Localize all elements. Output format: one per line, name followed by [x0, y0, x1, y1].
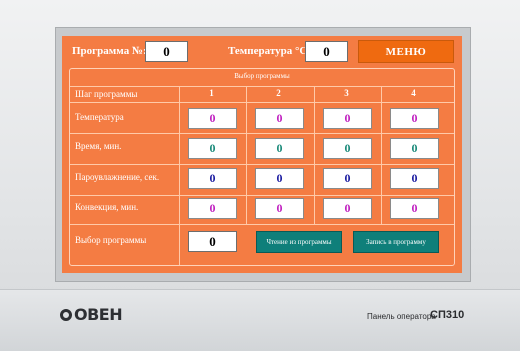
- read-program-button-label: Чтение из программы: [266, 238, 332, 246]
- convection-step-1-field[interactable]: 0: [188, 198, 237, 219]
- cell-value: 0: [209, 141, 216, 155]
- panel-title: Выбор программы: [234, 72, 290, 80]
- cell-value: 0: [276, 201, 283, 215]
- convection-step-4-field[interactable]: 0: [390, 198, 439, 219]
- grid-line: [70, 133, 454, 134]
- grid-line: [179, 86, 180, 265]
- temperature-step-2-field[interactable]: 0: [255, 108, 304, 129]
- step-column-3: 3: [344, 88, 349, 98]
- select-program-label: Выбор программы: [75, 235, 147, 245]
- device-model: СП310: [430, 309, 465, 321]
- cell-value: 0: [344, 141, 351, 155]
- grid-line: [70, 102, 454, 103]
- row-label-steam: Пароувлажнение, сек.: [75, 172, 160, 182]
- cell-value: 0: [411, 171, 418, 185]
- grid-line: [381, 86, 382, 224]
- temperature-field[interactable]: 0: [305, 41, 348, 62]
- write-program-button-label: Запись в программу: [366, 238, 426, 246]
- hmi-screen: Программа №: 0 Температура °С: 0 МЕНЮ Вы…: [62, 36, 462, 273]
- grid-line: [70, 86, 454, 87]
- write-program-button[interactable]: Запись в программу: [353, 231, 439, 253]
- step-column-2: 2: [276, 88, 281, 98]
- grid-line: [246, 86, 247, 224]
- convection-step-2-field[interactable]: 0: [255, 198, 304, 219]
- program-number-label: Программа №:: [72, 45, 147, 57]
- row-label-temperature: Температура: [75, 112, 124, 122]
- cell-value: 0: [276, 141, 283, 155]
- cell-value: 0: [209, 111, 216, 125]
- step-column-1: 1: [209, 88, 214, 98]
- cell-value: 0: [209, 201, 216, 215]
- convection-step-3-field[interactable]: 0: [323, 198, 372, 219]
- temperature-step-1-field[interactable]: 0: [188, 108, 237, 129]
- menu-button[interactable]: МЕНЮ: [358, 40, 454, 63]
- steam-step-3-field[interactable]: 0: [323, 168, 372, 189]
- step-column-4: 4: [411, 88, 416, 98]
- cell-value: 0: [344, 201, 351, 215]
- program-number-field[interactable]: 0: [145, 41, 188, 62]
- temperature-value: 0: [323, 43, 330, 59]
- oven-logo: ОВЕН: [60, 305, 123, 324]
- logo-text: ОВЕН: [74, 305, 123, 324]
- time-step-2-field[interactable]: 0: [255, 138, 304, 159]
- time-step-4-field[interactable]: 0: [390, 138, 439, 159]
- cell-value: 0: [276, 111, 283, 125]
- row-label-time: Время, мин.: [75, 141, 122, 151]
- grid-line: [314, 86, 315, 224]
- select-program-value: 0: [209, 233, 216, 249]
- step-label: Шаг программы: [75, 89, 138, 99]
- steam-step-4-field[interactable]: 0: [390, 168, 439, 189]
- read-program-button[interactable]: Чтение из программы: [256, 231, 342, 253]
- logo-ring-icon: [60, 308, 72, 321]
- temperature-step-4-field[interactable]: 0: [390, 108, 439, 129]
- cell-value: 0: [411, 111, 418, 125]
- steam-step-1-field[interactable]: 0: [188, 168, 237, 189]
- row-label-convection: Конвекция, мин.: [75, 202, 139, 212]
- cell-value: 0: [411, 141, 418, 155]
- grid-line: [70, 164, 454, 165]
- device-caption: Панель оператора: [367, 312, 436, 321]
- steam-step-2-field[interactable]: 0: [255, 168, 304, 189]
- grid-line: [70, 195, 454, 196]
- cell-value: 0: [344, 171, 351, 185]
- menu-button-label: МЕНЮ: [385, 45, 427, 58]
- cell-value: 0: [209, 171, 216, 185]
- temperature-step-3-field[interactable]: 0: [323, 108, 372, 129]
- select-program-field[interactable]: 0: [188, 231, 237, 252]
- cell-value: 0: [344, 111, 351, 125]
- time-step-3-field[interactable]: 0: [323, 138, 372, 159]
- time-step-1-field[interactable]: 0: [188, 138, 237, 159]
- cell-value: 0: [276, 171, 283, 185]
- cell-value: 0: [411, 201, 418, 215]
- program-number-value: 0: [163, 43, 170, 59]
- grid-line: [70, 224, 454, 225]
- temperature-label: Температура °С:: [228, 45, 311, 57]
